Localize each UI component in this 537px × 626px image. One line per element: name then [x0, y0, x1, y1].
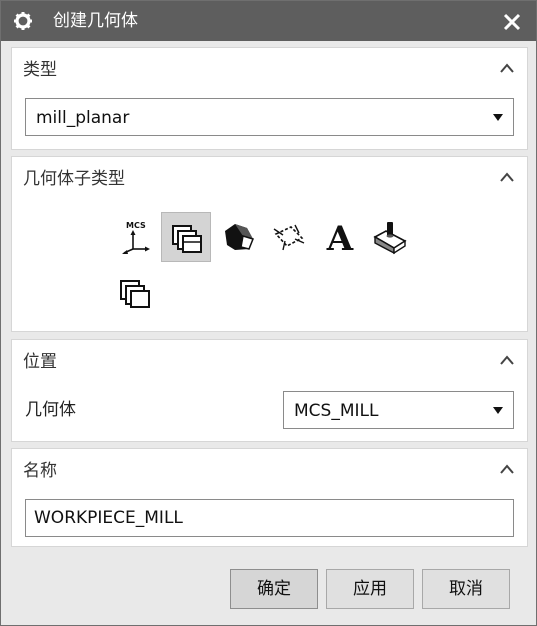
close-icon[interactable]: [501, 11, 523, 33]
geometry-select[interactable]: MCS_MILL: [283, 391, 514, 429]
workpiece-2-icon[interactable]: [110, 268, 160, 318]
name-input[interactable]: [25, 499, 514, 537]
workpiece-icon[interactable]: [161, 212, 211, 262]
ok-button[interactable]: 确定: [230, 569, 318, 609]
cancel-button[interactable]: 取消: [422, 569, 510, 609]
subtype-section: 几何体子类型 MCS A: [11, 156, 528, 332]
type-select-value: mill_planar: [36, 108, 130, 128]
position-section: 位置 几何体 MCS_MILL: [11, 339, 528, 442]
mcs-icon-label: MCS: [126, 221, 146, 230]
type-section: 类型 mill_planar: [11, 47, 528, 150]
chevron-up-icon[interactable]: [499, 62, 515, 74]
gear-icon[interactable]: [13, 11, 33, 31]
create-geometry-dialog: 创建几何体 类型 mill_planar 几何体子类型 MCS A 位置 几何体…: [0, 0, 537, 626]
dialog-title: 创建几何体: [53, 11, 138, 31]
chevron-down-icon: [493, 114, 503, 121]
mill-boundary-icon[interactable]: [264, 212, 314, 262]
geometry-label: 几何体: [25, 400, 76, 420]
title-bar[interactable]: 创建几何体: [1, 1, 536, 41]
name-section: 名称: [11, 448, 528, 547]
apply-button[interactable]: 应用: [326, 569, 414, 609]
mill-text-icon[interactable]: A: [315, 212, 365, 262]
mill-geom-icon[interactable]: [365, 212, 415, 262]
mcs-icon[interactable]: MCS: [110, 212, 160, 262]
geometry-select-value: MCS_MILL: [294, 401, 379, 421]
type-section-title: 类型: [23, 60, 57, 80]
chevron-up-icon[interactable]: [499, 354, 515, 366]
mill-text-icon-glyph: A: [326, 219, 354, 255]
type-select[interactable]: mill_planar: [25, 98, 514, 136]
subtype-section-title: 几何体子类型: [23, 169, 125, 189]
mill-area-icon[interactable]: [214, 212, 264, 262]
name-section-title: 名称: [23, 461, 57, 481]
chevron-up-icon[interactable]: [499, 171, 515, 183]
chevron-up-icon[interactable]: [499, 463, 515, 475]
position-section-title: 位置: [23, 352, 57, 372]
chevron-down-icon: [493, 407, 503, 414]
